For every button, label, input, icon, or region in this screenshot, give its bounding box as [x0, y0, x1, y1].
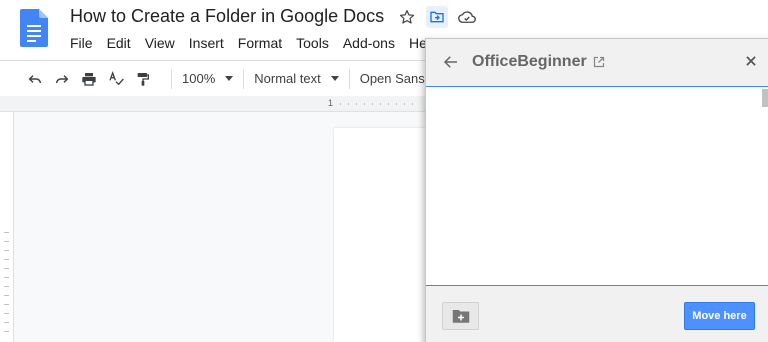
vertical-ruler[interactable]	[0, 112, 14, 342]
menu-insert[interactable]: Insert	[189, 35, 224, 51]
zoom-value: 100%	[182, 71, 216, 86]
star-icon[interactable]	[396, 6, 418, 28]
toolbar-divider	[171, 68, 172, 89]
menu-bar: File Edit View Insert Format Tools Add-o…	[70, 35, 441, 51]
google-docs-icon[interactable]	[20, 9, 48, 47]
google-docs-window: How to Create a Folder in Google Docs Fi…	[0, 0, 768, 342]
ruler-ticks	[340, 103, 420, 105]
paint-format-icon[interactable]	[134, 70, 152, 88]
chevron-down-icon	[330, 76, 339, 81]
toolbar-divider	[348, 68, 350, 89]
menu-addons[interactable]: Add-ons	[343, 35, 395, 51]
chevron-down-icon	[225, 76, 234, 81]
add-folder-icon	[452, 310, 469, 323]
menu-edit[interactable]: Edit	[107, 35, 131, 51]
document-title[interactable]: How to Create a Folder in Google Docs	[70, 6, 384, 27]
title-icons	[396, 6, 478, 28]
menu-tools[interactable]: Tools	[296, 35, 329, 51]
toolbar-divider	[243, 68, 245, 89]
back-arrow-icon[interactable]	[442, 53, 460, 71]
open-in-new-icon[interactable]	[593, 55, 605, 68]
cloud-saved-icon[interactable]	[456, 6, 478, 28]
move-here-button[interactable]: Move here	[684, 302, 755, 330]
style-select[interactable]: Normal text	[254, 71, 339, 86]
style-value: Normal text	[254, 71, 321, 86]
font-select[interactable]: Open Sans	[360, 71, 425, 86]
ruler-ticks	[4, 232, 9, 332]
redo-icon[interactable]	[53, 70, 71, 88]
menu-format[interactable]: Format	[238, 35, 282, 51]
close-icon[interactable]	[744, 54, 758, 68]
dialog-header: OfficeBeginner	[426, 39, 768, 87]
current-folder-name: OfficeBeginner	[472, 53, 587, 70]
zoom-select[interactable]: 100%	[182, 71, 234, 86]
ruler-number: 1	[328, 98, 334, 108]
move-dialog: OfficeBeginner Move here	[425, 38, 768, 342]
move-folder-icon[interactable]	[426, 6, 448, 28]
menu-file[interactable]: File	[70, 35, 93, 51]
folder-list[interactable]	[426, 87, 768, 285]
spellcheck-icon[interactable]	[107, 70, 125, 88]
dialog-footer: Move here	[426, 285, 768, 342]
font-value: Open Sans	[359, 71, 425, 86]
undo-icon[interactable]	[26, 70, 44, 88]
print-icon[interactable]	[80, 70, 98, 88]
scrollbar[interactable]	[762, 89, 768, 107]
new-folder-button[interactable]	[442, 302, 479, 330]
menu-view[interactable]: View	[145, 35, 175, 51]
